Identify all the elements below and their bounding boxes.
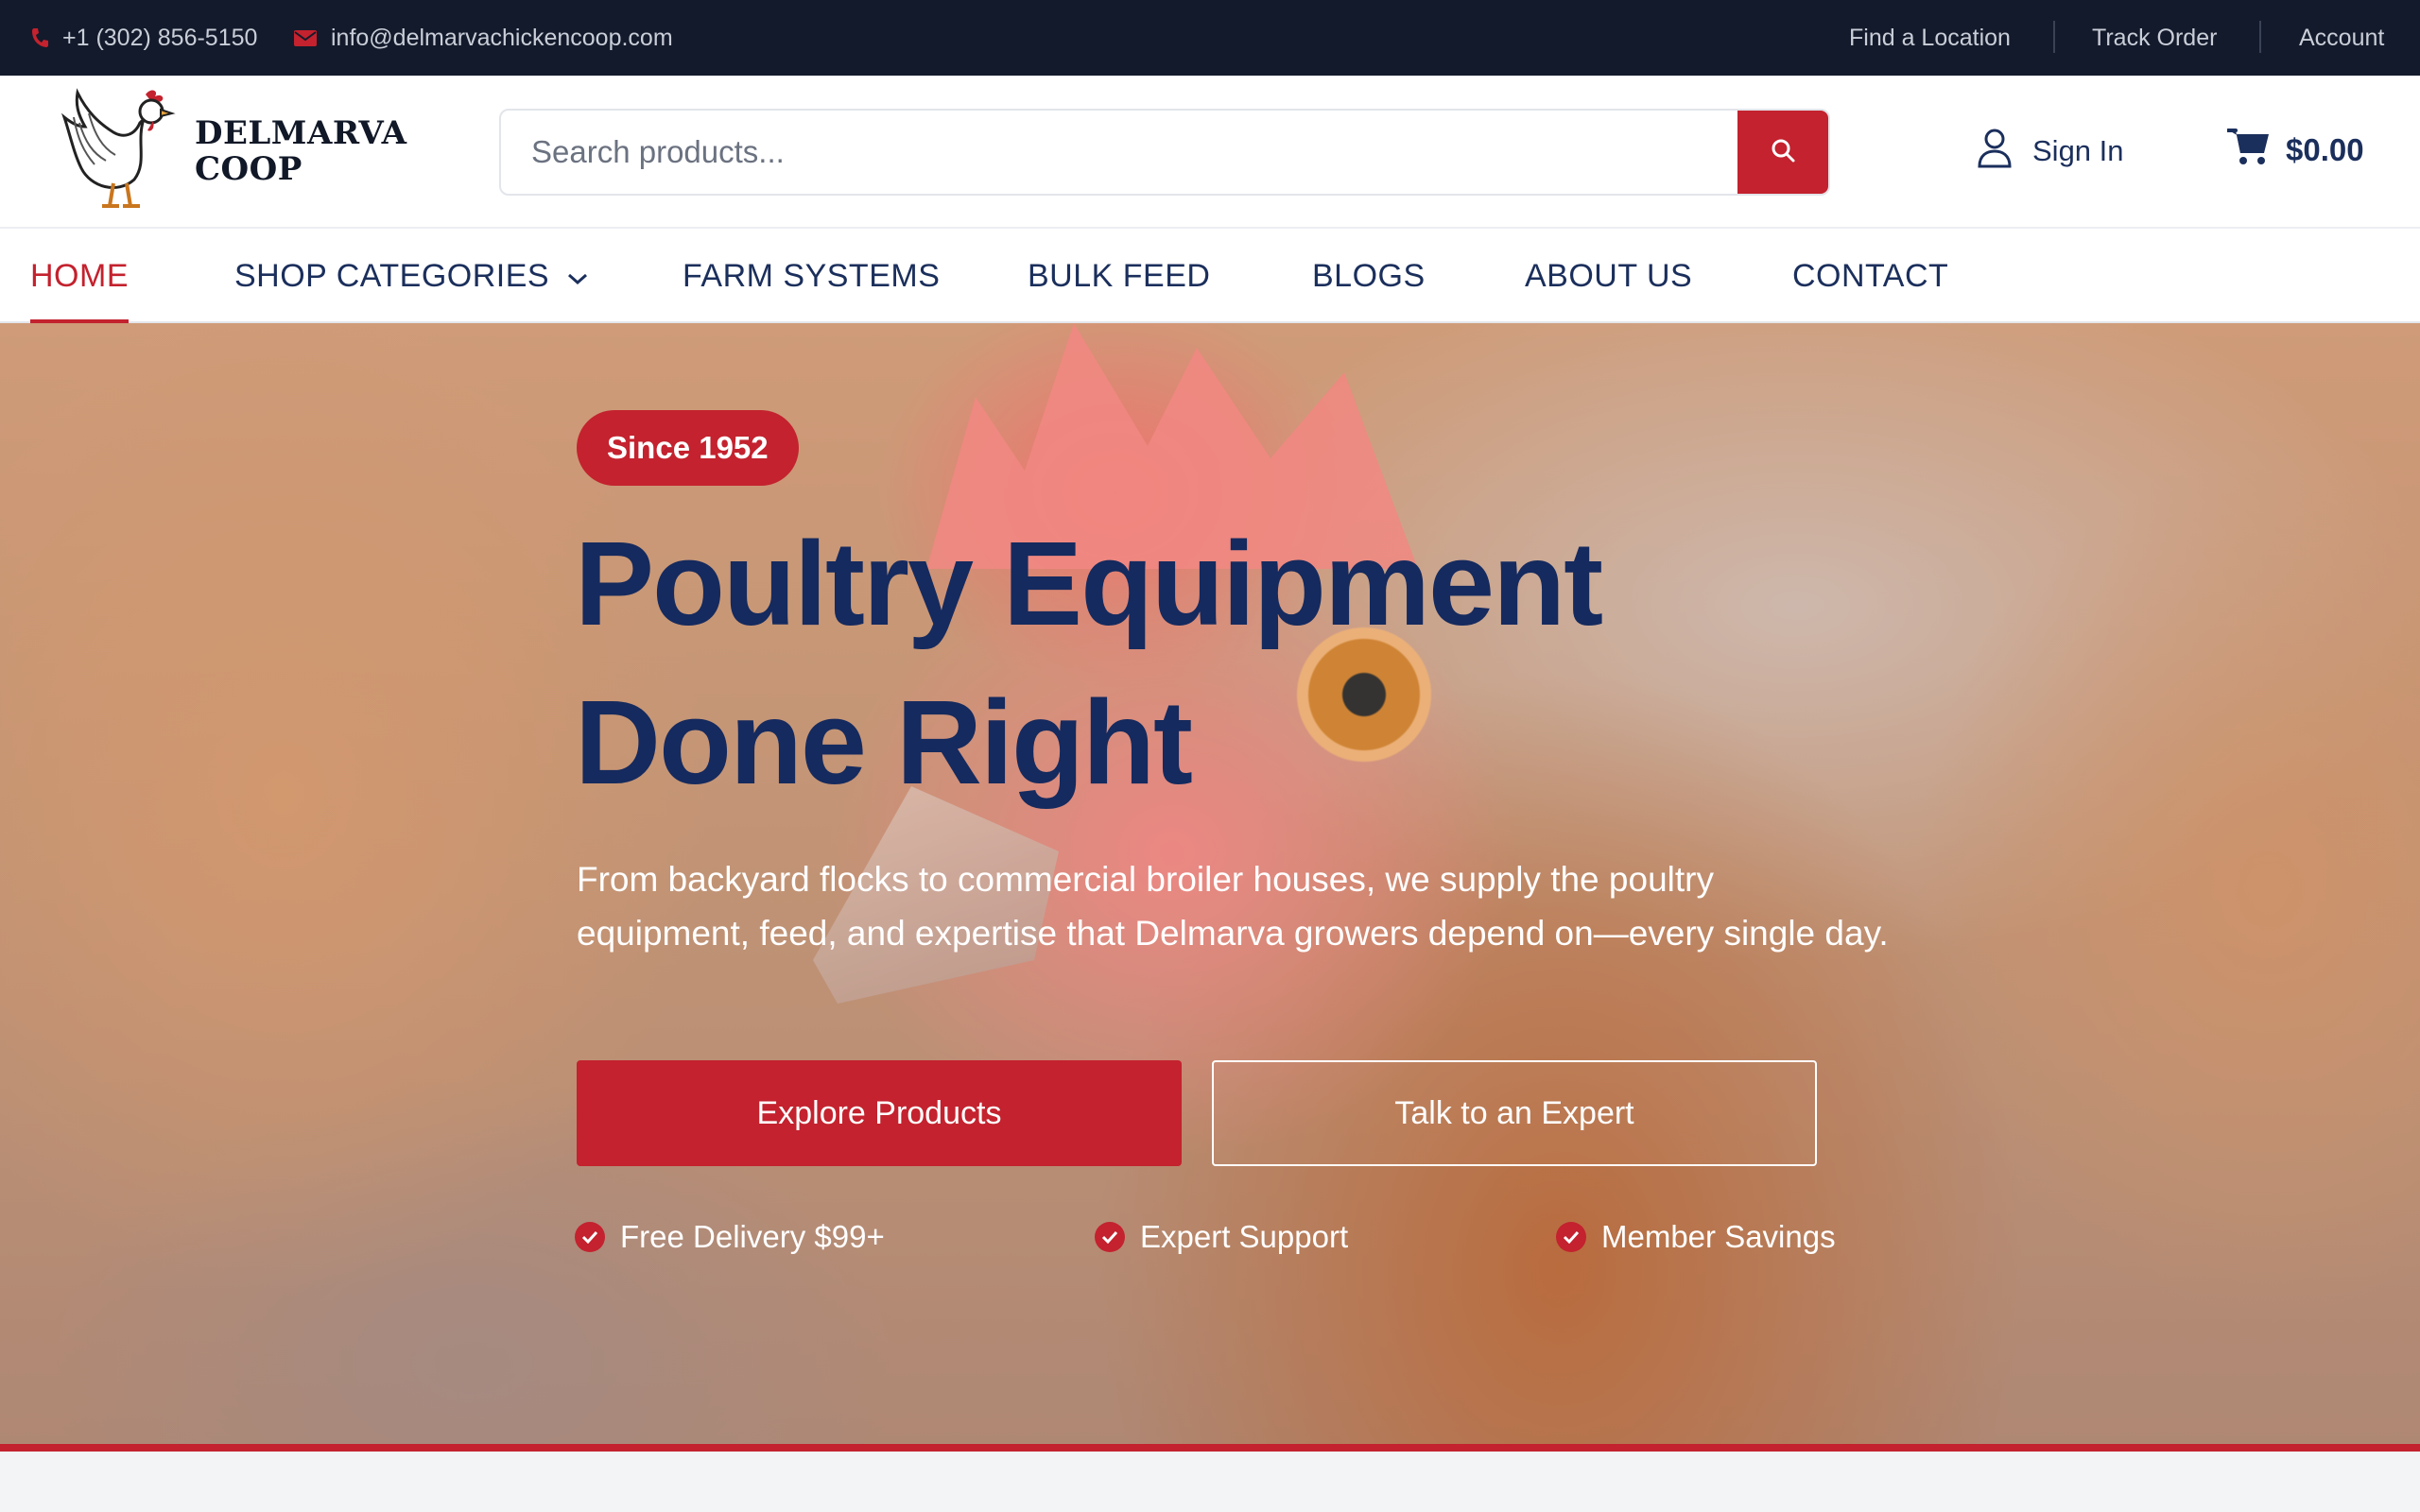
check-circle-icon — [1556, 1222, 1586, 1252]
search-input[interactable] — [501, 111, 1736, 194]
cart-total: $0.00 — [2286, 132, 2364, 167]
feature-free-delivery: Free Delivery $99+ — [575, 1213, 885, 1261]
nav-shop-categories-label: SHOP CATEGORIES — [234, 257, 550, 294]
feature-label: Free Delivery $99+ — [620, 1219, 885, 1254]
nav-bulk-feed[interactable]: BULK FEED — [1028, 229, 1210, 323]
nav-farm-systems[interactable]: FARM SYSTEMS — [683, 229, 940, 323]
nav-about-us[interactable]: ABOUT US — [1525, 229, 1692, 323]
search-bar — [499, 109, 1830, 196]
feature-label: Expert Support — [1140, 1219, 1349, 1254]
hero-subcopy: From backyard flocks to commercial broil… — [577, 860, 1889, 953]
since-badge: Since 1952 — [577, 410, 799, 486]
logo-wordmark: DELMARVA COOP — [195, 115, 407, 187]
feature-member-savings: Member Savings — [1556, 1213, 1836, 1261]
phone-icon — [30, 26, 49, 49]
sign-in-label: Sign In — [2032, 134, 2124, 167]
site-logo[interactable]: DELMARVA COOP — [60, 85, 406, 218]
phone-number: +1 (302) 856-5150 — [62, 24, 258, 51]
shopping-cart-icon — [2226, 127, 2271, 174]
hero-headline: Poultry Equipment Done Right — [575, 505, 1898, 822]
logo-line-1: DELMARVA — [195, 114, 407, 152]
email-address: info@delmarvachickencoop.com — [331, 24, 673, 51]
cart-button[interactable]: $0.00 — [2226, 121, 2364, 180]
site-header: DELMARVA COOP Sign In $0.00 — [0, 76, 2420, 227]
nav-blogs[interactable]: BLOGS — [1312, 229, 1426, 323]
divider — [2053, 21, 2055, 53]
phone-contact[interactable]: +1 (302) 856-5150 — [30, 0, 257, 76]
search-button[interactable] — [1737, 111, 1828, 194]
explore-products-button[interactable]: Explore Products — [577, 1060, 1182, 1166]
email-contact[interactable]: info@delmarvachickencoop.com — [293, 0, 673, 76]
main-navigation: HOME SHOP CATEGORIES FARM SYSTEMS BULK F… — [0, 227, 2420, 323]
user-icon — [1976, 127, 2014, 176]
talk-to-expert-button[interactable]: Talk to an Expert — [1212, 1060, 1817, 1166]
check-circle-icon — [575, 1222, 605, 1252]
account-link[interactable]: Account — [2299, 0, 2384, 76]
logo-line-2: COOP — [195, 150, 302, 188]
nav-contact[interactable]: CONTACT — [1792, 229, 1948, 323]
feature-expert-support: Expert Support — [1095, 1213, 1348, 1261]
hero-headline-line-1: Poultry Equipment — [575, 517, 1603, 650]
chevron-down-icon — [566, 258, 589, 295]
hero-section: Since 1952 Poultry Equipment Done Right … — [0, 323, 2420, 1444]
check-circle-icon — [1095, 1222, 1125, 1252]
next-section — [0, 1452, 2420, 1512]
find-location-link[interactable]: Find a Location — [1849, 0, 2011, 76]
nav-home[interactable]: HOME — [30, 229, 129, 323]
track-order-link[interactable]: Track Order — [2092, 0, 2217, 76]
search-icon — [1769, 136, 1797, 169]
rooster-logo-icon — [60, 85, 183, 218]
envelope-icon — [293, 28, 318, 47]
sign-in-link[interactable]: Sign In — [1976, 123, 2124, 180]
feature-label: Member Savings — [1601, 1219, 1836, 1254]
hero-headline-line-2: Done Right — [575, 676, 1193, 809]
divider — [2259, 21, 2261, 53]
hero-bottom-accent — [0, 1444, 2420, 1452]
nav-shop-categories[interactable]: SHOP CATEGORIES — [234, 229, 589, 323]
top-utility-bar: +1 (302) 856-5150 info@delmarvachickenco… — [0, 0, 2420, 76]
